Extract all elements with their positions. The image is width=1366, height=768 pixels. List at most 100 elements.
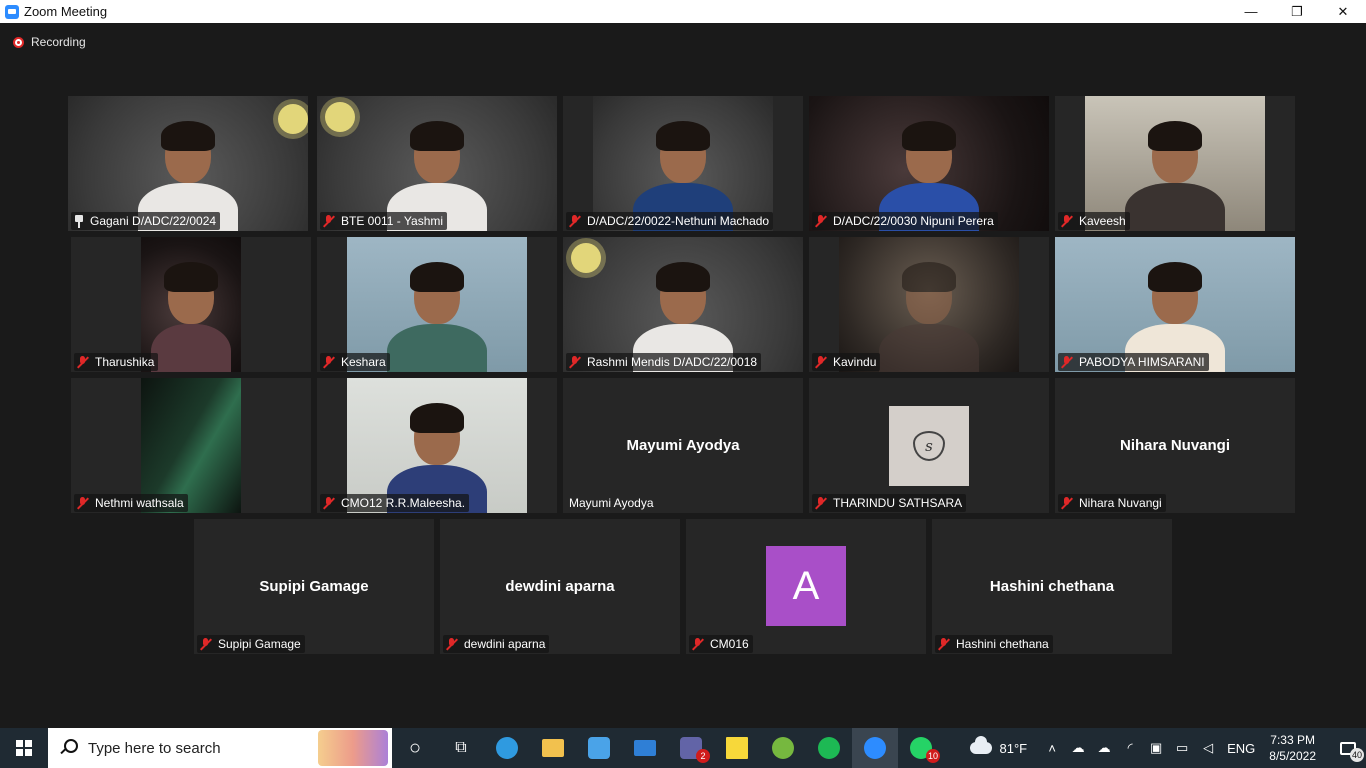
start-button[interactable]: [0, 728, 48, 768]
participant-name-label: Supipi Gamage: [197, 635, 305, 653]
participant-center-name: Hashini chethana: [989, 578, 1115, 595]
window-controls: — ❐ ✕: [1228, 0, 1366, 23]
participant-video: [593, 96, 773, 231]
battery-icon[interactable]: ▭: [1172, 740, 1192, 756]
participant-name: Mayumi Ayodya: [569, 496, 654, 510]
participant-name: D/ADC/22/0030 Nipuni Perera: [833, 214, 994, 228]
store-icon[interactable]: [576, 728, 622, 768]
notification-center-button[interactable]: 40: [1330, 728, 1366, 768]
recording-label: Recording: [31, 35, 86, 49]
sticky-notes-icon[interactable]: [714, 728, 760, 768]
participant-tile[interactable]: Keshara: [317, 237, 557, 372]
cloud-icon: [969, 736, 992, 754]
participant-name: Kavindu: [833, 355, 877, 369]
participant-tile[interactable]: Rashmi Mendis D/ADC/22/0018: [563, 237, 803, 372]
participant-avatar: s: [889, 406, 969, 486]
participant-tile[interactable]: D/ADC/22/0022-Nethuni Machado: [563, 96, 803, 231]
participant-tile[interactable]: Nethmi wathsala: [71, 378, 311, 513]
participant-avatar: A: [766, 546, 846, 626]
spotify-icon[interactable]: [806, 728, 852, 768]
window-title: Zoom Meeting: [24, 4, 108, 19]
participant-tile[interactable]: Kavindu: [809, 237, 1049, 372]
participant-name-label: D/ADC/22/0022-Nethuni Machado: [566, 212, 774, 230]
participant-tile[interactable]: CMO12 R.R.Maleesha.: [317, 378, 557, 513]
participant-tile[interactable]: Hashini chethana Hashini chethana: [932, 519, 1172, 654]
maximize-button[interactable]: ❐: [1274, 0, 1320, 23]
participant-tile[interactable]: dewdini aparna dewdini aparna: [440, 519, 680, 654]
participant-tile[interactable]: Tharushika: [71, 237, 311, 372]
mic-muted-icon: [323, 355, 335, 369]
utorrent-icon[interactable]: [760, 728, 806, 768]
participant-name: THARINDU SATHSARA: [833, 496, 963, 510]
meet-now-icon[interactable]: ▣: [1146, 740, 1166, 756]
mic-muted-icon: [569, 214, 581, 228]
participant-name: Hashini chethana: [956, 637, 1049, 651]
participant-tile[interactable]: s THARINDU SATHSARA: [809, 378, 1049, 513]
participant-name-label: Kavindu: [812, 353, 881, 371]
participant-name: CM016: [710, 637, 749, 651]
mic-muted-icon: [323, 214, 335, 228]
participant-tile[interactable]: A CM016: [686, 519, 926, 654]
weather-widget[interactable]: 81°F: [969, 736, 1027, 756]
participant-center-name: Nihara Nuvangi: [1119, 437, 1231, 454]
search-highlight-image: [318, 730, 388, 766]
recording-indicator[interactable]: Recording: [13, 35, 86, 49]
participant-name: Nethmi wathsala: [95, 496, 184, 510]
file-explorer-icon[interactable]: [530, 728, 576, 768]
edge-icon[interactable]: [484, 728, 530, 768]
participant-video: [839, 237, 1019, 372]
participant-name: PABODYA HIMSARANI: [1079, 355, 1205, 369]
participant-center-name: Supipi Gamage: [259, 578, 369, 595]
recording-icon: [13, 36, 24, 48]
chevron-up-icon[interactable]: ˄: [1042, 741, 1062, 756]
wifi-icon[interactable]: ◜: [1120, 740, 1140, 756]
participant-tile[interactable]: Mayumi Ayodya Mayumi Ayodya: [563, 378, 803, 513]
mail-icon[interactable]: [622, 728, 668, 768]
participant-video: [809, 96, 1049, 231]
whatsapp-badge: 10: [925, 749, 940, 763]
cortana-icon[interactable]: ○: [392, 728, 438, 768]
mic-muted-icon: [569, 355, 581, 369]
participant-tile[interactable]: Nihara Nuvangi Nihara Nuvangi: [1055, 378, 1295, 513]
mic-muted-icon: [446, 637, 458, 651]
clock[interactable]: 7:33 PM 8/5/2022: [1269, 732, 1316, 764]
mic-muted-icon: [323, 496, 335, 510]
participant-name-label: dewdini aparna: [443, 635, 550, 653]
avatar-letter: s: [925, 437, 933, 455]
participant-tile[interactable]: Kaveesh: [1055, 96, 1295, 231]
participant-tile[interactable]: Gagani D/ADC/22/0024: [68, 96, 308, 231]
mic-muted-icon: [77, 355, 89, 369]
mic-muted-icon: [815, 214, 827, 228]
participant-video: [317, 96, 557, 231]
close-button[interactable]: ✕: [1320, 0, 1366, 23]
participant-tile[interactable]: D/ADC/22/0030 Nipuni Perera: [809, 96, 1049, 231]
language-indicator[interactable]: ENG: [1227, 741, 1255, 756]
participant-name-label: Gagani D/ADC/22/0024: [71, 212, 221, 230]
meeting-gallery: Recording Gagani D/ADC/22/0024 BTE 0011 …: [0, 23, 1366, 728]
mic-muted-icon: [692, 637, 704, 651]
pin-icon: [74, 214, 84, 228]
windows-logo-icon: [16, 740, 32, 756]
whatsapp-icon[interactable]: 10: [898, 728, 944, 768]
participant-name: Nihara Nuvangi: [1079, 496, 1162, 510]
taskbar-search[interactable]: Type here to search: [48, 728, 392, 768]
participant-name-label: BTE 0011 - Yashmi: [320, 212, 448, 230]
participant-center-name: Mayumi Ayodya: [626, 437, 740, 454]
zoom-icon[interactable]: [852, 728, 898, 768]
onedrive-icon[interactable]: ☁: [1068, 740, 1088, 756]
participant-video: [347, 237, 527, 372]
participant-name-label: Nethmi wathsala: [74, 494, 188, 512]
teams-icon[interactable]: 2: [668, 728, 714, 768]
volume-icon[interactable]: ◁: [1198, 740, 1218, 756]
participant-tile[interactable]: PABODYA HIMSARANI: [1055, 237, 1295, 372]
minimize-button[interactable]: —: [1228, 0, 1274, 23]
participant-name-label: CMO12 R.R.Maleesha.: [320, 494, 470, 512]
participant-tile[interactable]: BTE 0011 - Yashmi: [317, 96, 557, 231]
participant-name-label: Keshara: [320, 353, 390, 371]
notification-count: 40: [1349, 748, 1364, 762]
participant-center-name: dewdini aparna: [505, 578, 615, 595]
task-view-icon[interactable]: ⧉: [438, 728, 484, 768]
participant-figure: [382, 262, 492, 372]
onedrive-personal-icon[interactable]: ☁: [1094, 740, 1114, 756]
participant-tile[interactable]: Supipi Gamage Supipi Gamage: [194, 519, 434, 654]
